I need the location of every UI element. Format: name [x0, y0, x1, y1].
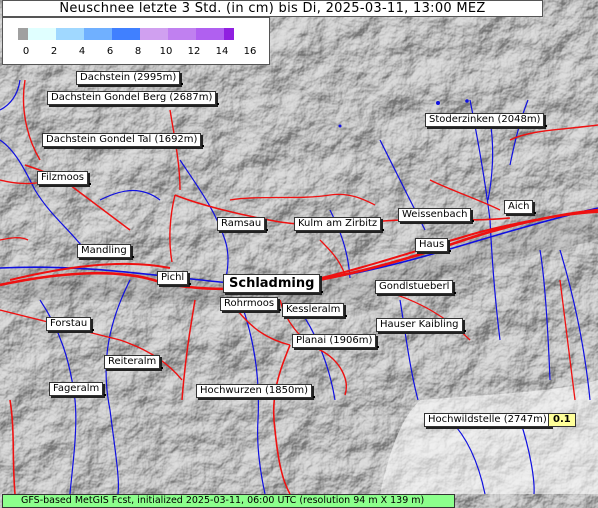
- legend-tick: 16: [243, 46, 257, 57]
- place-label-hochwurzen[interactable]: Hochwurzen (1850m): [196, 384, 316, 398]
- place-label-schladming[interactable]: Schladming: [223, 274, 324, 293]
- legend-tick: 6: [106, 46, 114, 57]
- place-label-fageralm[interactable]: Fageralm: [49, 382, 107, 396]
- place-label-forstau[interactable]: Forstau: [46, 317, 95, 331]
- legend-swatch: [28, 28, 56, 40]
- legend-swatch: [112, 28, 140, 40]
- legend-swatch: [168, 28, 196, 40]
- legend-swatch-above-max: [224, 28, 234, 40]
- colour-legend: 0 2 4 6 8 10 12 14 16: [2, 17, 270, 65]
- place-label-mandling[interactable]: Mandling: [77, 244, 134, 258]
- place-label-kessleralm[interactable]: Kessleralm: [282, 303, 348, 317]
- place-label-ramsau[interactable]: Ramsau: [217, 217, 269, 231]
- place-label-dachstein-gondel-tal[interactable]: Dachstein Gondel Tal (1692m): [42, 133, 205, 147]
- legend-tick: 10: [159, 46, 173, 57]
- place-label-aich[interactable]: Aich: [504, 200, 537, 214]
- place-label-weissenbach[interactable]: Weissenbach: [398, 208, 475, 222]
- legend-swatch: [140, 28, 168, 40]
- place-label-kulm-am-zirbitz[interactable]: Kulm am Zirbitz: [294, 217, 385, 231]
- place-label-pichl[interactable]: Pichl: [157, 271, 192, 285]
- place-label-dachstein-gondel-berg[interactable]: Dachstein Gondel Berg (2687m): [47, 91, 220, 105]
- place-label-dachstein[interactable]: Dachstein (2995m): [76, 71, 184, 85]
- place-label-haus[interactable]: Haus: [415, 238, 452, 252]
- place-label-filzmoos[interactable]: Filzmoos: [37, 171, 92, 185]
- place-label-reiteralm[interactable]: Reiteralm: [104, 355, 164, 369]
- legend-tick: 8: [134, 46, 142, 57]
- place-label-stoderzinken[interactable]: Stoderzinken (2048m): [425, 113, 548, 127]
- legend-tick: 12: [187, 46, 201, 57]
- place-label-hochwildstelle[interactable]: Hochwildstelle (2747m): [424, 413, 554, 427]
- place-label-planai[interactable]: Planai (1906m): [292, 334, 380, 348]
- place-label-gondlstueberl[interactable]: Gondlstueberl: [375, 280, 457, 294]
- legend-colour-bar: [18, 28, 234, 40]
- legend-tick: 2: [50, 46, 58, 57]
- forecast-info-footer: GFS-based MetGIS Fcst, initialized 2025-…: [2, 494, 455, 508]
- hochwildstelle-value-badge: 0.1: [548, 413, 576, 427]
- legend-swatch: [196, 28, 224, 40]
- legend-swatch: [84, 28, 112, 40]
- map-title: Neuschnee letzte 3 Std. (in cm) bis Di, …: [2, 0, 543, 17]
- legend-tick: 0: [22, 46, 30, 57]
- legend-swatch-below-min: [18, 28, 28, 40]
- legend-tick: 4: [78, 46, 86, 57]
- legend-swatch: [56, 28, 84, 40]
- place-label-rohrmoos[interactable]: Rohrmoos: [220, 297, 282, 311]
- legend-tick: 14: [215, 46, 229, 57]
- place-label-hauser-kaibling[interactable]: Hauser Kaibling: [376, 318, 466, 332]
